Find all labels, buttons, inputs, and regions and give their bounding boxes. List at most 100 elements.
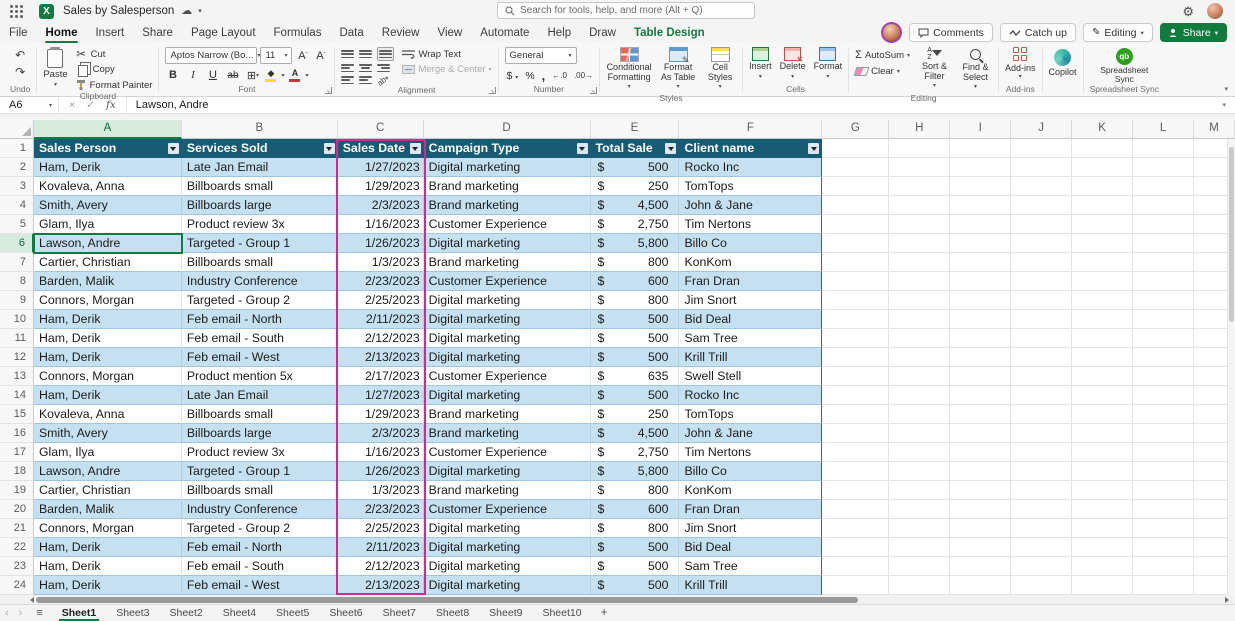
alignment-dialog-launcher-icon[interactable] <box>489 87 496 94</box>
cell[interactable] <box>1011 139 1072 158</box>
row-header-23[interactable]: 23 <box>0 557 34 576</box>
cell[interactable]: 1/29/2023 <box>338 177 424 196</box>
cell[interactable] <box>1072 462 1133 481</box>
cell[interactable]: Barden, Malik <box>34 500 182 519</box>
cell[interactable]: 2/25/2023 <box>338 519 424 538</box>
cell[interactable] <box>822 158 889 177</box>
column-header-C[interactable]: C <box>338 120 424 139</box>
tab-table-design[interactable]: Table Design <box>625 22 714 43</box>
borders-button[interactable]: ⊞▾ <box>245 67 260 83</box>
number-format-select[interactable]: General▾ <box>505 47 577 64</box>
cell[interactable] <box>889 329 950 348</box>
cell[interactable]: Billboards small <box>182 177 338 196</box>
cell[interactable]: Billboards small <box>182 481 338 500</box>
cell-styles-button[interactable]: Cell Styles▾ <box>704 47 736 93</box>
cell[interactable] <box>1133 519 1194 538</box>
cell[interactable]: Kovaleva, Anna <box>34 405 182 424</box>
column-header-K[interactable]: K <box>1072 120 1133 139</box>
scroll-right-arrow-icon[interactable] <box>1225 597 1232 603</box>
cell[interactable]: $500 <box>591 348 680 367</box>
cell[interactable] <box>889 462 950 481</box>
cell[interactable]: Digital marketing <box>424 348 591 367</box>
column-header-A[interactable]: A <box>34 120 182 139</box>
cell[interactable]: Customer Experience <box>424 500 591 519</box>
cell[interactable] <box>950 158 1011 177</box>
cell[interactable] <box>889 367 950 386</box>
row-header-3[interactable]: 3 <box>0 177 34 196</box>
title-chevron-down-icon[interactable]: ▾ <box>198 7 202 15</box>
cell[interactable]: Targeted - Group 2 <box>182 291 338 310</box>
cell[interactable] <box>1072 310 1133 329</box>
cell[interactable] <box>1072 481 1133 500</box>
cell[interactable] <box>889 386 950 405</box>
quickbooks-icon[interactable]: qb <box>1116 48 1133 65</box>
cell[interactable] <box>1072 196 1133 215</box>
settings-gear-icon[interactable]: ⚙ <box>1182 5 1194 18</box>
cell[interactable]: Krill Trill <box>679 348 822 367</box>
cell[interactable]: Ham, Derik <box>34 329 182 348</box>
cell[interactable]: Swell Stell <box>679 367 822 386</box>
column-header-H[interactable]: H <box>889 120 950 139</box>
horizontal-scrollbar[interactable] <box>0 595 1235 604</box>
cell[interactable]: KonKom <box>679 253 822 272</box>
cell[interactable] <box>1072 272 1133 291</box>
cell[interactable] <box>889 177 950 196</box>
cell[interactable] <box>1133 405 1194 424</box>
cell[interactable]: 2/12/2023 <box>338 329 424 348</box>
cell[interactable] <box>1072 519 1133 538</box>
clear-button[interactable]: Clear▾ <box>855 66 910 77</box>
row-header-24[interactable]: 24 <box>0 576 34 595</box>
align-left-icon[interactable] <box>341 63 354 73</box>
cell[interactable]: Ham, Derik <box>34 386 182 405</box>
collapse-ribbon-icon[interactable]: ▾ <box>1224 85 1228 93</box>
align-top-icon[interactable] <box>341 49 354 59</box>
tab-formulas[interactable]: Formulas <box>265 22 331 43</box>
filter-button[interactable] <box>577 143 588 154</box>
column-header-E[interactable]: E <box>591 120 680 139</box>
cell[interactable] <box>1011 310 1072 329</box>
cell[interactable]: Connors, Morgan <box>34 291 182 310</box>
cell[interactable] <box>950 386 1011 405</box>
cell[interactable] <box>950 234 1011 253</box>
row-header-12[interactable]: 12 <box>0 348 34 367</box>
grow-font-icon[interactable]: Aˆ <box>295 48 310 64</box>
cell[interactable]: 1/3/2023 <box>338 481 424 500</box>
strikethrough-button[interactable]: ab <box>225 67 240 83</box>
cell[interactable] <box>822 405 889 424</box>
cell[interactable]: Product review 3x <box>182 215 338 234</box>
format-cells-button[interactable]: Format▾ <box>814 47 843 82</box>
cell[interactable] <box>1133 177 1194 196</box>
filter-button[interactable] <box>665 143 676 154</box>
bold-button[interactable]: B <box>165 67 180 83</box>
cell[interactable]: Billboards small <box>182 405 338 424</box>
cell[interactable]: Digital marketing <box>424 519 591 538</box>
account-avatar[interactable] <box>1207 3 1223 19</box>
cell[interactable]: $800 <box>591 291 680 310</box>
sort-filter-button[interactable]: AZ Sort & Filter▾ <box>918 47 951 92</box>
cell[interactable] <box>889 424 950 443</box>
cell[interactable] <box>822 443 889 462</box>
cell[interactable]: Product review 3x <box>182 443 338 462</box>
cell[interactable]: Tim Nertons <box>679 215 822 234</box>
cell[interactable]: Ham, Derik <box>34 310 182 329</box>
cell[interactable] <box>822 329 889 348</box>
cell[interactable]: Brand marketing <box>424 481 591 500</box>
cell[interactable]: Product mention 5x <box>182 367 338 386</box>
font-dialog-launcher-icon[interactable] <box>325 87 332 94</box>
cell[interactable]: $500 <box>591 310 680 329</box>
orientation-icon[interactable]: ab▾ <box>376 73 391 88</box>
cell[interactable]: Billboards large <box>182 196 338 215</box>
cell[interactable]: 2/11/2023 <box>338 310 424 329</box>
cell[interactable]: $800 <box>591 519 680 538</box>
cell[interactable] <box>950 405 1011 424</box>
cell[interactable]: Smith, Avery <box>34 424 182 443</box>
cell[interactable] <box>1133 443 1194 462</box>
cell[interactable]: $600 <box>591 272 680 291</box>
cell[interactable] <box>1011 215 1072 234</box>
cell[interactable]: $500 <box>591 329 680 348</box>
cell[interactable] <box>1133 272 1194 291</box>
cell[interactable]: Digital marketing <box>424 234 591 253</box>
cell[interactable]: Digital marketing <box>424 576 591 595</box>
cell[interactable] <box>1011 557 1072 576</box>
cell[interactable] <box>1011 234 1072 253</box>
